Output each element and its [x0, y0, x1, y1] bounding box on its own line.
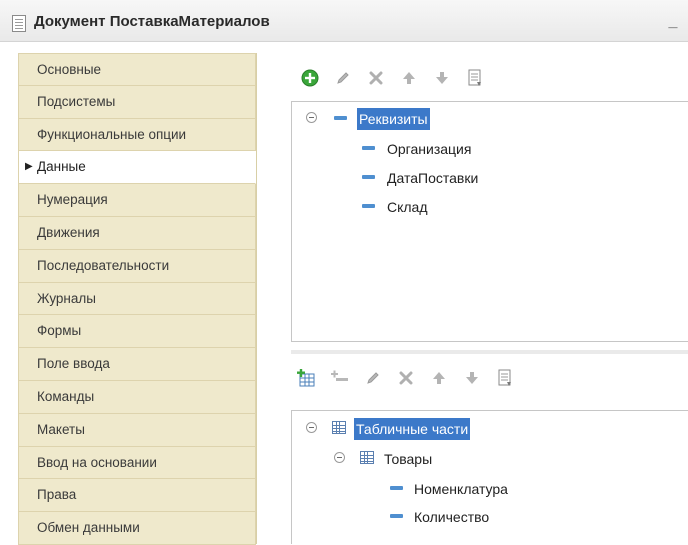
attribute-icon — [390, 486, 403, 490]
sidebar-item-label: Нумерация — [37, 192, 108, 208]
collapse-icon[interactable] — [334, 452, 345, 463]
tree-node-nomenklatura[interactable]: Номенклатура — [306, 478, 566, 500]
tabular-parts-tree: Табличные части Товары Номенклатура Коли… — [291, 410, 688, 544]
sidebar-item-label: Ввод на основании — [37, 454, 157, 470]
sidebar-item-label: Поле ввода — [37, 356, 110, 372]
move-down-icon[interactable] — [432, 68, 452, 88]
edit-icon[interactable] — [333, 68, 353, 88]
tree-node-label: Склад — [387, 199, 428, 215]
tabular-toolbar — [297, 368, 557, 390]
tree-node-label: Организация — [387, 141, 472, 157]
sidebar-item-osnovnye[interactable]: Основные — [18, 53, 256, 86]
tree-node-label: Количество — [414, 509, 490, 525]
sort-icon[interactable] — [495, 368, 515, 388]
sidebar-item-label: Обмен данными — [37, 520, 140, 536]
tree-node-label: Номенклатура — [414, 481, 508, 497]
collapse-icon[interactable] — [306, 112, 317, 123]
add-attribute-icon[interactable] — [330, 368, 350, 388]
sidebar-item-pole-vvoda[interactable]: Поле ввода — [18, 348, 256, 381]
sidebar-item-label: Команды — [37, 388, 95, 404]
tree-node-data-postavki[interactable]: ДатаПоставки — [306, 167, 546, 189]
sidebar-item-dannye[interactable]: ▶ Данные — [18, 151, 256, 185]
sidebar-item-label: Формы — [37, 323, 82, 339]
tree-node-label: Реквизиты — [357, 108, 430, 130]
tree-node-tablichnye-chasti[interactable]: Табличные части — [306, 418, 566, 440]
attribute-icon — [334, 116, 347, 120]
delete-icon[interactable] — [366, 68, 386, 88]
delete-icon[interactable] — [396, 368, 416, 388]
attributes-tree: Реквизиты Организация ДатаПоставки Склад — [291, 101, 688, 342]
tree-node-organizatsiya[interactable]: Организация — [306, 138, 546, 160]
add-icon[interactable] — [300, 68, 320, 88]
sidebar-item-prava[interactable]: Права — [18, 479, 256, 513]
sidebar-item-label: Основные — [37, 62, 102, 77]
minimize-button[interactable]: _ — [666, 14, 680, 30]
panel-splitter[interactable] — [291, 350, 688, 354]
window-titlebar: Документ ПоставкаМатериалов _ — [0, 0, 688, 42]
tree-node-label: Товары — [384, 451, 433, 467]
sidebar-item-komandy[interactable]: Команды — [18, 380, 256, 414]
sidebar-item-vvod-na-osnovanii[interactable]: Ввод на основании — [18, 446, 256, 480]
sidebar-item-label: Журналы — [37, 290, 96, 306]
attributes-toolbar — [300, 68, 540, 90]
tree-node-sklad[interactable]: Склад — [306, 196, 546, 218]
window-title: Документ ПоставкаМатериалов — [34, 13, 270, 30]
move-up-icon[interactable] — [429, 368, 449, 388]
active-arrow-icon: ▶ — [25, 161, 33, 173]
sidebar-item-makety[interactable]: Макеты — [18, 413, 256, 447]
attribute-icon — [390, 514, 403, 518]
sidebar-item-label: Функциональные опции — [37, 126, 187, 142]
edit-icon[interactable] — [363, 368, 383, 388]
sidebar-item-label: Макеты — [37, 421, 85, 437]
sidebar-item-label: Данные — [37, 159, 86, 175]
sidebar-item-numeratsiya[interactable]: Нумерация — [18, 184, 256, 217]
document-icon — [12, 15, 26, 32]
sidebar-item-label: Последовательности — [37, 257, 170, 273]
sidebar-item-dvizheniya[interactable]: Движения — [18, 216, 256, 250]
sidebar-item-obmen-dannymi[interactable]: Обмен данными — [18, 512, 256, 545]
sidebar-item-formy[interactable]: Формы — [18, 315, 256, 349]
sidebar-item-zhurnaly[interactable]: Журналы — [18, 282, 256, 316]
table-icon — [332, 421, 346, 434]
sort-icon[interactable] — [465, 68, 485, 88]
sidebar-item-label: Движения — [37, 224, 100, 240]
sidebar-item-podsistemy[interactable]: Подсистемы — [18, 85, 256, 119]
attribute-icon — [362, 146, 375, 150]
add-table-icon[interactable] — [297, 368, 317, 388]
move-down-icon[interactable] — [462, 368, 482, 388]
tree-node-label: Табличные части — [354, 418, 471, 440]
sidebar-item-posledovatelnosti[interactable]: Последовательности — [18, 249, 256, 283]
tree-node-kolichestvo[interactable]: Количество — [306, 506, 566, 528]
tree-node-label: ДатаПоставки — [387, 170, 479, 186]
sidebar-item-label: Подсистемы — [37, 93, 116, 109]
move-up-icon[interactable] — [399, 68, 419, 88]
tree-node-rekvizity[interactable]: Реквизиты — [306, 108, 546, 130]
sidebar: Основные Подсистемы Функциональные опции… — [18, 53, 257, 545]
table-icon — [360, 451, 374, 464]
sidebar-item-funktsionalnye-optsii[interactable]: Функциональные опции — [18, 118, 256, 152]
collapse-icon[interactable] — [306, 422, 317, 433]
tree-node-tovary[interactable]: Товары — [306, 448, 566, 470]
attribute-icon — [362, 204, 375, 208]
sidebar-item-label: Права — [37, 487, 77, 503]
attribute-icon — [362, 175, 375, 179]
